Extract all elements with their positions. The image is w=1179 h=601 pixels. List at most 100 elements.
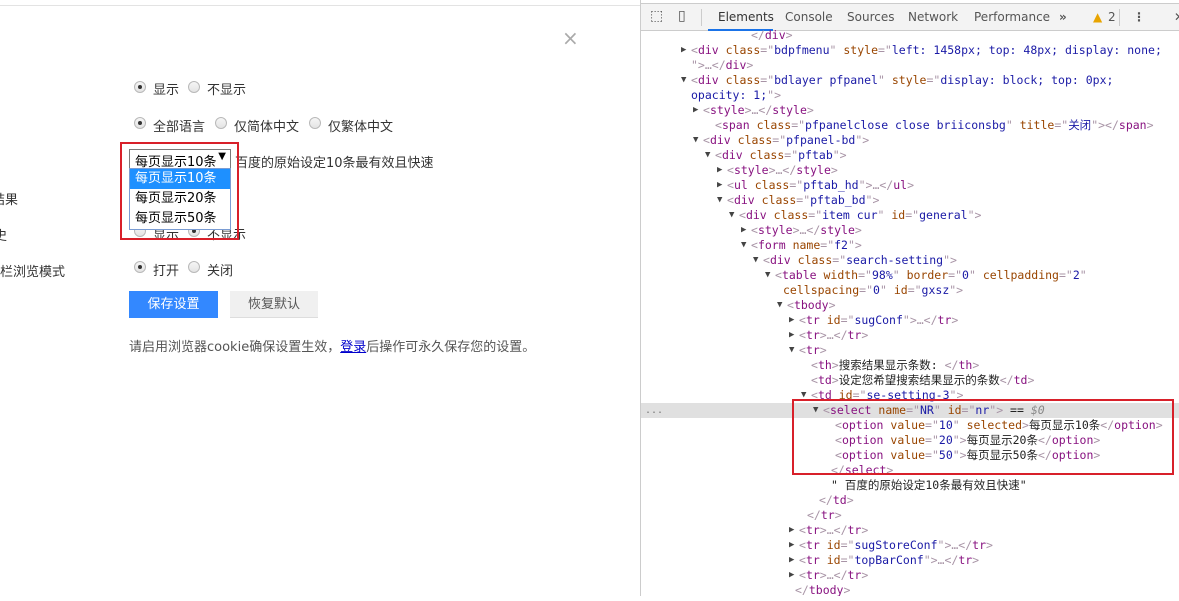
dom-node-line[interactable]: ▼ <div class="item cur" id="general"> xyxy=(641,208,1179,223)
token-p: < xyxy=(799,523,806,537)
dom-node-line[interactable]: ▼ <tbody> xyxy=(641,298,1179,313)
expand-arrow-icon[interactable]: ▶ xyxy=(789,313,794,328)
dom-node-line[interactable]: </div> xyxy=(641,28,1179,43)
collapse-arrow-icon[interactable]: ▼ xyxy=(729,208,734,223)
warning-icon[interactable]: ▲ xyxy=(1093,10,1102,24)
collapse-arrow-icon[interactable]: ▼ xyxy=(753,253,758,268)
radio-lang-all[interactable] xyxy=(134,117,146,129)
radio-lang-traditional[interactable] xyxy=(309,117,321,129)
token-an: id xyxy=(893,283,908,297)
dom-node-line[interactable]: </tr> xyxy=(641,508,1179,523)
expand-arrow-icon[interactable]: ▶ xyxy=(741,223,746,238)
expand-arrow-icon[interactable]: ▶ xyxy=(717,163,722,178)
collapse-arrow-icon[interactable]: ▼ xyxy=(789,343,794,358)
dom-node-line[interactable]: ▶ <tr id="sugConf">…</tr> xyxy=(641,313,1179,328)
dom-node-line[interactable]: cellspacing="0" id="gxsz"> xyxy=(641,283,1179,298)
node-actions-icon[interactable]: ... xyxy=(645,403,663,418)
dom-node-line[interactable]: ▶ <style>…</style> xyxy=(641,223,1179,238)
dom-node-text: <div class="pfpanel-bd"> xyxy=(703,133,869,148)
token-p: > xyxy=(972,553,980,567)
warning-count[interactable]: 2 xyxy=(1108,10,1116,24)
token-p: "> xyxy=(847,238,862,252)
token-an: id xyxy=(891,208,906,222)
token-tag: tr xyxy=(805,538,827,552)
expand-arrow-icon[interactable]: ▶ xyxy=(789,568,794,583)
dom-node-line[interactable]: ▼ <div class="pfpanel-bd"> xyxy=(641,133,1179,148)
token-p: < xyxy=(811,358,818,372)
token-av: topBarConf xyxy=(854,553,924,567)
token-tag: tbody xyxy=(793,298,829,312)
expand-arrow-icon[interactable]: ▶ xyxy=(789,328,794,343)
token-p: > xyxy=(986,538,993,552)
tab-console[interactable]: Console xyxy=(785,10,833,24)
more-tabs-button[interactable]: » xyxy=(1059,10,1067,24)
dom-node-line[interactable]: ▶ <style>…</style> xyxy=(641,163,1179,178)
tab-network[interactable]: Network xyxy=(908,10,958,24)
radio-suggest-hide[interactable] xyxy=(188,81,200,93)
dom-node-line[interactable]: ▼ <tr> xyxy=(641,343,1179,358)
radio-topbar-off[interactable] xyxy=(188,261,200,273)
save-button[interactable]: 保存设置 xyxy=(129,291,218,318)
radio-suggest-show[interactable] xyxy=(134,81,146,93)
dom-node-text: </tr> xyxy=(807,508,842,523)
collapse-arrow-icon[interactable]: ▼ xyxy=(681,73,686,88)
expand-arrow-icon[interactable]: ▶ xyxy=(789,523,794,538)
close-devtools-icon[interactable]: ✕ xyxy=(1174,10,1179,24)
collapse-arrow-icon[interactable]: ▼ xyxy=(693,133,698,148)
dom-node-line[interactable]: ▼ <form name="f2"> xyxy=(641,238,1179,253)
dom-node-line[interactable]: ▶ <tr id="sugStoreConf">…</tr> xyxy=(641,538,1179,553)
dom-node-line[interactable]: ▶ <style>…</style> xyxy=(641,103,1179,118)
token-tag: style xyxy=(757,223,793,237)
dom-node-line[interactable]: ▼ <div class="bdlayer pfpanel" style="dis… xyxy=(641,73,1179,88)
token-p: =" xyxy=(840,538,855,552)
token-p: > xyxy=(854,223,862,237)
dom-node-line[interactable]: <span class="pfpanelclose close briicons… xyxy=(641,118,1179,133)
collapse-arrow-icon[interactable]: ▼ xyxy=(741,238,746,253)
radio-topbar-on[interactable] xyxy=(134,261,146,273)
dom-node-line[interactable]: ▼ <div class="pftab_bd"> xyxy=(641,193,1179,208)
token-tag: div xyxy=(745,208,774,222)
more-options-icon[interactable]: ⋮ xyxy=(1133,10,1145,24)
expand-arrow-icon[interactable]: ▶ xyxy=(693,103,698,118)
dom-node-line[interactable]: ▼ <div class="pftab"> xyxy=(641,148,1179,163)
token-av: general xyxy=(919,208,968,222)
dom-node-line[interactable]: opacity: 1;"> xyxy=(641,88,1179,103)
dom-node-text: <tr> xyxy=(799,343,827,358)
token-p: > xyxy=(951,313,959,327)
login-link[interactable]: 登录 xyxy=(340,340,366,355)
dom-node-line[interactable]: " 百度的原始设定10条最有效且快速" xyxy=(641,478,1179,493)
dom-node-line[interactable]: ▼ <div class="search-setting"> xyxy=(641,253,1179,268)
dom-node-line[interactable]: </tbody> xyxy=(641,583,1179,596)
dom-node-line[interactable]: ▶ <div class="bdpfmenu" style="left: 1458… xyxy=(641,43,1179,58)
token-tag: div xyxy=(697,43,726,57)
dom-node-line[interactable]: </td> xyxy=(641,493,1179,508)
token-av: sugStoreConf xyxy=(854,538,938,552)
dom-node-line[interactable]: ▶ <tr id="topBarConf">…</tr> xyxy=(641,553,1179,568)
radio-label: 关闭 xyxy=(207,264,234,279)
expand-arrow-icon[interactable]: ▶ xyxy=(717,178,722,193)
expand-arrow-icon[interactable]: ▶ xyxy=(789,553,794,568)
tab-performance[interactable]: Performance xyxy=(974,10,1050,24)
expand-arrow-icon[interactable]: ▶ xyxy=(681,43,686,58)
collapse-arrow-icon[interactable]: ▼ xyxy=(777,298,782,313)
dom-node-line[interactable]: ▶ <tr>…</tr> xyxy=(641,328,1179,343)
dom-node-line[interactable]: ">…</div> xyxy=(641,58,1179,73)
dom-node-line[interactable]: ▶ <ul class="pftab_hd">…</ul> xyxy=(641,178,1179,193)
radio-lang-simplified[interactable] xyxy=(215,117,227,129)
dom-node-line[interactable]: <td>设定您希望搜索结果显示的条数</td> xyxy=(641,373,1179,388)
dom-node-line[interactable]: ▶ <tr>…</tr> xyxy=(641,523,1179,538)
close-icon[interactable]: × xyxy=(562,26,579,50)
token-p: < xyxy=(775,268,782,282)
inspect-element-icon[interactable]: ⬚ xyxy=(650,8,663,24)
collapse-arrow-icon[interactable]: ▼ xyxy=(717,193,722,208)
tab-sources[interactable]: Sources xyxy=(847,10,894,24)
expand-arrow-icon[interactable]: ▶ xyxy=(789,538,794,553)
device-toolbar-icon[interactable]: ▯ xyxy=(678,8,686,24)
dom-node-line[interactable]: ▼ <table width="98%" border="0" cellpaddi… xyxy=(641,268,1179,283)
collapse-arrow-icon[interactable]: ▼ xyxy=(765,268,770,283)
dom-node-line[interactable]: ▶ <tr>…</tr> xyxy=(641,568,1179,583)
reset-button[interactable]: 恢复默认 xyxy=(230,291,318,318)
tab-elements[interactable]: Elements xyxy=(718,10,774,24)
collapse-arrow-icon[interactable]: ▼ xyxy=(705,148,710,163)
dom-node-line[interactable]: <th>搜索结果显示条数: </th> xyxy=(641,358,1179,373)
